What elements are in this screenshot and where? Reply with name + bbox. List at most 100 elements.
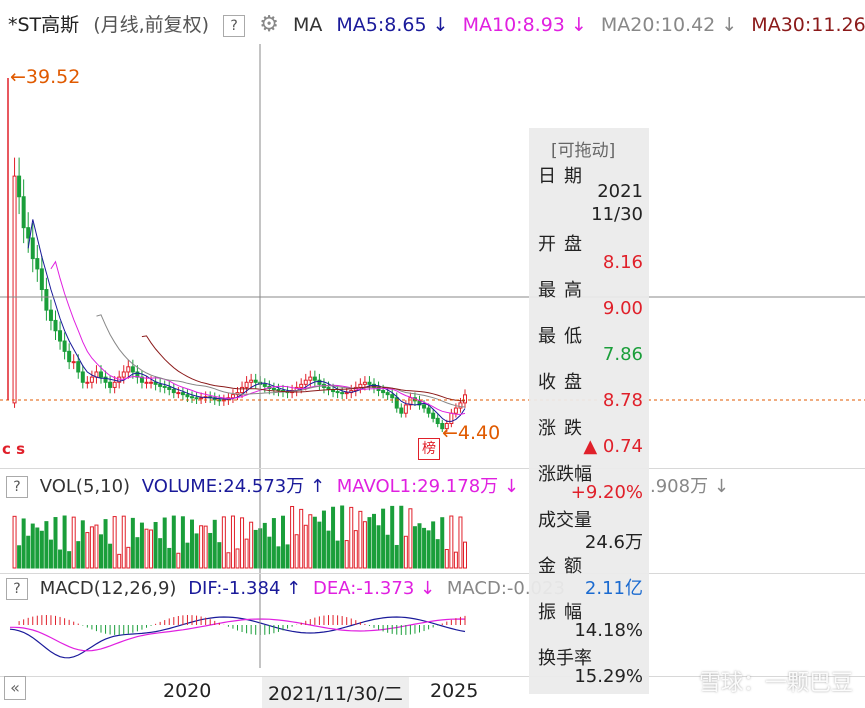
volume-bar — [58, 549, 63, 569]
volume-bar — [30, 523, 35, 569]
volume-bar — [431, 521, 436, 569]
volume-bar — [144, 528, 149, 569]
candle-body — [58, 330, 63, 342]
volume-bar — [312, 516, 317, 569]
volume-bar — [244, 538, 249, 569]
volume-bar — [180, 516, 185, 569]
volume-bar — [453, 551, 458, 569]
candle-body — [158, 383, 163, 387]
dea-value: DEA:-1.373 ↓ — [312, 578, 436, 599]
candle-body — [121, 371, 126, 378]
candle-body — [344, 392, 349, 395]
volume-bar — [235, 548, 240, 569]
candle-body — [362, 381, 367, 385]
divider-price-volume — [0, 468, 865, 469]
volume-bar — [135, 537, 140, 569]
candle-body — [422, 404, 427, 409]
volume-bar — [408, 508, 413, 569]
volume-bar — [230, 515, 235, 569]
volume-bar — [358, 510, 363, 569]
volume-bar — [139, 522, 144, 569]
volume-bar — [44, 521, 49, 569]
volume-bar — [372, 513, 376, 569]
candle-body — [26, 227, 31, 239]
candle-body — [299, 383, 304, 388]
volume-bar — [412, 526, 417, 569]
volume-bar — [390, 505, 395, 569]
volume-bar — [240, 517, 245, 569]
vol-value: VOLUME:24.573万 ↑ — [141, 476, 326, 497]
candle-body — [367, 381, 372, 385]
macd-header: ? MACD(12,26,9) DIF:-1.384 ↑ DEA:-1.373 … — [6, 578, 565, 600]
mavol2-value: .908万 ↓ — [650, 476, 729, 497]
candle-body — [30, 237, 35, 260]
volume-bar — [212, 519, 217, 569]
collapse-button[interactable]: « — [4, 676, 26, 700]
candle-body — [62, 340, 67, 352]
volume-bar — [349, 506, 354, 569]
volume-bar — [417, 523, 422, 569]
volume-bar — [353, 530, 358, 569]
price-candles — [12, 157, 467, 433]
volume-bar — [76, 541, 81, 569]
candle-body — [381, 390, 386, 394]
volume-bar — [317, 521, 322, 569]
candle-body — [67, 350, 72, 363]
volume-bar — [403, 535, 408, 569]
volume-bar — [158, 538, 163, 569]
x-label-2020: 2020 — [163, 680, 212, 702]
volume-bar — [26, 535, 31, 569]
candle-body — [358, 383, 363, 388]
volume-header: ? VOL(5,10) VOLUME:24.573万 ↑ MAVOL1:29.1… — [6, 472, 519, 498]
candle-body — [194, 397, 199, 400]
volume-bar — [294, 534, 299, 569]
volume-bar — [449, 515, 454, 569]
volume-help-button[interactable]: ? — [6, 476, 28, 498]
volume-bar — [344, 540, 349, 569]
volume-bar — [185, 542, 190, 569]
volume-bar — [262, 522, 267, 569]
volume-bar — [321, 510, 326, 569]
volume-bar — [203, 525, 208, 569]
candle-body — [112, 381, 117, 388]
volume-bar — [53, 517, 58, 569]
volume-bar — [458, 516, 463, 569]
volume-bar — [217, 542, 222, 569]
volume-bar — [335, 540, 340, 569]
candle-body — [326, 386, 331, 390]
volume-bar — [167, 547, 172, 569]
volume-bar — [276, 546, 281, 569]
volume-bar — [121, 515, 126, 569]
candle-body — [108, 381, 113, 388]
candle-body — [335, 391, 340, 394]
ma30-line — [141, 335, 466, 402]
candle-body — [167, 386, 172, 390]
event-mark-box[interactable]: 榜 — [418, 438, 440, 460]
volume-bar — [208, 532, 213, 569]
candle-body — [149, 381, 154, 384]
candle-body — [76, 361, 81, 373]
candle-body — [431, 412, 436, 419]
event-marks-left[interactable]: c s — [2, 440, 25, 458]
volume-bar — [153, 521, 158, 569]
volume-bar — [162, 517, 167, 569]
candle-body — [271, 387, 276, 390]
volume-bar — [21, 518, 26, 569]
volume-bar — [440, 517, 445, 569]
candle-body — [253, 379, 258, 383]
candle-body — [71, 361, 76, 364]
candle-body — [385, 392, 390, 396]
macd-help-button[interactable]: ? — [6, 578, 28, 600]
candle-body — [240, 386, 245, 394]
volume-bar — [103, 519, 108, 569]
candle-body — [453, 407, 458, 414]
vol-name: VOL(5,10) — [39, 476, 131, 497]
volume-bar — [267, 536, 272, 569]
info-panel-title[interactable]: [可拖动] — [551, 136, 615, 161]
volume-bar — [112, 516, 117, 569]
data-info-panel[interactable]: [可拖动] 日期 2021 11/30 开盘 8.16 最高 9.00 最低 7… — [529, 128, 649, 694]
ma5-line — [27, 219, 466, 422]
volume-bar — [80, 520, 85, 569]
volume-bar — [253, 529, 258, 569]
candle-body — [185, 394, 190, 398]
